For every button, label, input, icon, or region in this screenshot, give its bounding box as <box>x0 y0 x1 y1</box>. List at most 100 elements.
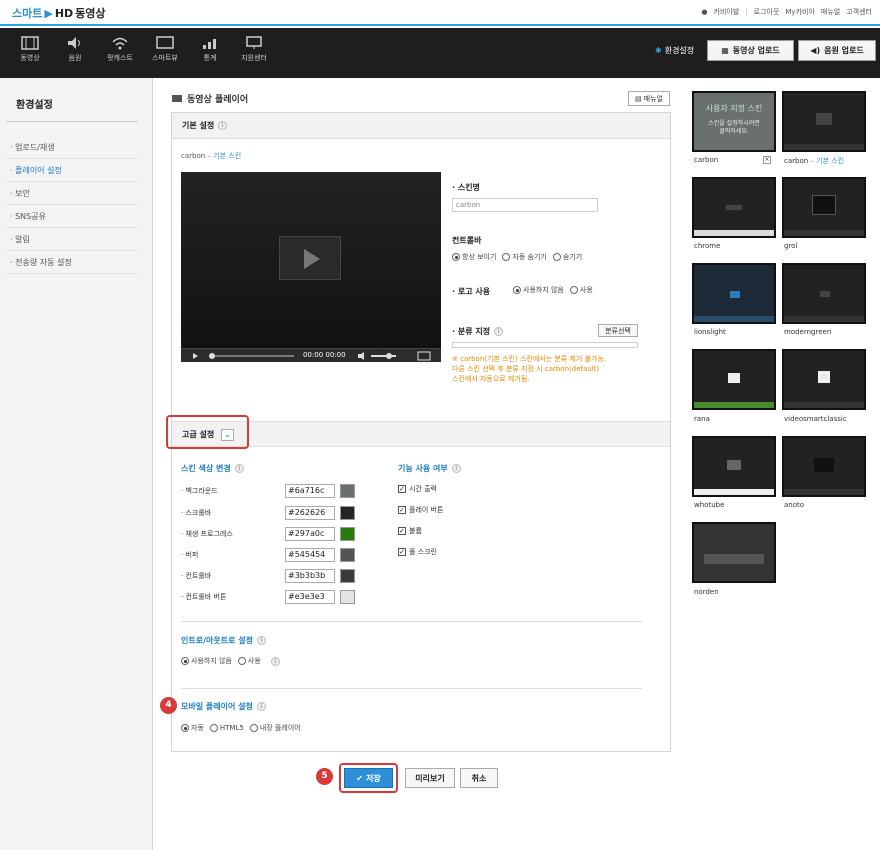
film-icon <box>21 36 39 50</box>
skin-thumb-custom[interactable]: 사용자 지정 스킨 스킨을 설정하시려면 클릭하세요. <box>692 91 776 152</box>
top-link-support[interactable]: 고객센터 <box>846 7 872 17</box>
cancel-button[interactable]: 취소 <box>460 768 498 788</box>
step-5-badge: 5 <box>316 768 333 785</box>
sidebar-item-traffic[interactable]: · 전송량 자동 설정 <box>6 251 138 274</box>
sidebar-item-player[interactable]: · 플레이어 설정 <box>6 159 138 182</box>
logo-arrow-icon: ▶ <box>44 6 53 20</box>
color-swatch[interactable] <box>340 484 355 498</box>
top-link-mypage[interactable]: My카비아 <box>785 7 815 17</box>
skin-name-input[interactable]: carbon <box>452 198 598 212</box>
skin-thumb-whotube[interactable] <box>692 436 776 497</box>
current-skin: carbon – 기본 스킨 <box>181 152 242 160</box>
color-hex-input[interactable]: #e3e3e3 <box>285 590 335 604</box>
top-link-manual[interactable]: 매뉴얼 <box>821 7 840 17</box>
info-icon: i <box>234 464 244 473</box>
controlbar-options: 항상 보이기 자동 숨기기 숨기기 <box>452 252 588 262</box>
skin-thumb-grol[interactable] <box>782 177 866 238</box>
nav-support[interactable]: 지원센터 <box>234 36 274 63</box>
play-icon <box>816 113 832 125</box>
color-swatch[interactable] <box>340 590 355 604</box>
logo[interactable]: 스마트 ▶ HD 동영상 <box>12 5 106 21</box>
preview-button[interactable]: 미리보기 <box>405 768 455 788</box>
top-link-user[interactable]: 카비아발 <box>714 7 740 17</box>
color-row-background: · 백그라운드 #6a716c <box>181 484 361 500</box>
manual-button[interactable]: ▤ 매뉴얼 <box>628 91 670 106</box>
top-link-logout[interactable]: 로그아웃 <box>754 7 780 17</box>
mobile-options: 자동 HTML5 내장 플레이어 <box>181 723 307 733</box>
custom-skin-line2: 클릭하세요. <box>719 128 749 135</box>
nav-audio[interactable]: 음원 <box>55 36 95 63</box>
skin-thumb-videosmartclassic[interactable] <box>782 349 866 410</box>
color-hex-input[interactable]: #262626 <box>285 506 335 520</box>
thumb-label: whotube <box>694 501 725 509</box>
feature-time-checkbox[interactable]: ✓ 시간 출력 <box>398 484 437 494</box>
logo-options: 사용하지 않음 사용 <box>513 285 599 295</box>
step-4-badge: 4 <box>160 697 177 714</box>
color-hex-input[interactable]: #6a716c <box>285 484 335 498</box>
watermark-field[interactable] <box>452 342 638 348</box>
color-hex-input[interactable]: #545454 <box>285 548 335 562</box>
nav-smartview[interactable]: 스마트뷰 <box>145 36 185 63</box>
thumb-label: lionslight <box>694 328 726 336</box>
color-row-buffer: · 버퍼 #545454 <box>181 548 361 564</box>
color-swatch[interactable] <box>340 506 355 520</box>
nav-podcast[interactable]: 팟캐스트 <box>100 36 140 63</box>
sidebar-item-alert[interactable]: · 알림 <box>6 228 138 251</box>
logo-label: · 로고 사용 <box>452 287 491 296</box>
gear-icon: ✱ <box>655 46 662 55</box>
mobile-html5-radio[interactable]: HTML5 <box>209 723 244 733</box>
logo-off-radio[interactable]: 사용하지 않음 <box>513 285 564 295</box>
sidebar-item-security[interactable]: · 보안 <box>6 182 138 205</box>
intro-off-radio[interactable]: 사용하지 않음 <box>181 656 232 666</box>
play-icon <box>726 205 742 210</box>
sidebar-item-upload[interactable]: · 업로드/재생 <box>6 136 138 159</box>
sidebar-item-sns[interactable]: · SNS공유 <box>6 205 138 228</box>
thumb-label: videosmartclassic <box>784 415 847 423</box>
color-swatch[interactable] <box>340 569 355 583</box>
mobile-native-radio[interactable]: 내장 플레이어 <box>249 723 301 733</box>
skin-thumb-carbon[interactable] <box>782 91 866 152</box>
skin-thumb-rana[interactable] <box>692 349 776 410</box>
play-icon <box>728 373 740 383</box>
nav-video[interactable]: 동영상 <box>10 36 50 63</box>
thumb-label: norden <box>694 588 719 596</box>
controlbar-auto-radio[interactable]: 자동 숨기기 <box>502 252 547 262</box>
play-icon <box>820 291 830 297</box>
basic-section-header: 기본 설정 i <box>172 113 670 139</box>
book-icon: ▤ <box>635 94 642 103</box>
color-hex-input[interactable]: #3b3b3b <box>285 569 335 583</box>
feature-fullscreen-checkbox[interactable]: ✓ 풀 스크린 <box>398 547 437 557</box>
close-icon[interactable]: × <box>763 156 771 164</box>
intro-on-radio[interactable]: 사용 <box>237 656 261 666</box>
skin-thumb-chrome[interactable] <box>692 177 776 238</box>
skin-thumb-moderngreen[interactable] <box>782 263 866 324</box>
default-skin-link[interactable]: – 기본 스킨 <box>207 152 241 160</box>
feature-play-checkbox[interactable]: ✓ 플레이 버튼 <box>398 505 443 515</box>
feature-volume-checkbox[interactable]: ✓ 볼륨 <box>398 526 422 536</box>
logo-title: 동영상 <box>75 7 106 20</box>
color-row-scrollbar: · 스크롤바 #262626 <box>181 506 361 522</box>
player-controlbar: 00:00 00:00 <box>181 348 441 362</box>
thumb-label: carbon <box>694 156 719 164</box>
play-icon <box>704 554 764 564</box>
audio-upload-button[interactable]: ◀) 음원 업로드 <box>798 40 876 61</box>
skin-thumb-anoto[interactable] <box>782 436 866 497</box>
save-button[interactable]: ✔ 저장 <box>344 768 393 788</box>
color-swatch[interactable] <box>340 527 355 541</box>
video-upload-button[interactable]: ▦ 동영상 업로드 <box>707 40 794 61</box>
thumb-label: anoto <box>784 501 805 509</box>
color-hex-input[interactable]: #297a0c <box>285 527 335 541</box>
env-settings-link[interactable]: ✱ 환경설정 <box>655 45 694 56</box>
skin-thumb-lionslight[interactable] <box>692 263 776 324</box>
watermark-select-button[interactable]: 분류선택 <box>598 324 638 337</box>
color-swatch[interactable] <box>340 548 355 562</box>
mobile-auto-radio[interactable]: 자동 <box>181 723 204 733</box>
skin-thumb-norden[interactable] <box>692 522 776 583</box>
play-button-large[interactable] <box>279 236 341 280</box>
play-icon <box>814 458 834 472</box>
video-preview: 00:00 00:00 <box>181 172 441 362</box>
nav-stats[interactable]: 통계 <box>190 36 230 63</box>
controlbar-hide-radio[interactable]: 숨기기 <box>552 252 582 262</box>
logo-on-radio[interactable]: 사용 <box>569 285 593 295</box>
controlbar-always-radio[interactable]: 항상 보이기 <box>452 252 496 262</box>
